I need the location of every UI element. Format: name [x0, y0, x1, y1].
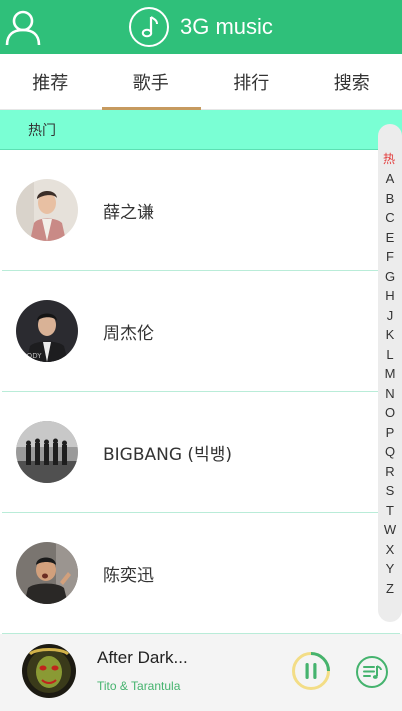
index-letter[interactable]: C	[385, 208, 394, 228]
artist-name: 薛之谦	[103, 202, 154, 223]
album-cover[interactable]	[22, 644, 76, 698]
index-letter[interactable]: E	[386, 228, 395, 248]
list-item[interactable]: 陈奕迅	[2, 513, 400, 634]
playlist-icon[interactable]	[355, 655, 389, 689]
index-letter[interactable]: Q	[385, 442, 395, 462]
pause-icon[interactable]	[291, 651, 331, 691]
alphabet-index-bar[interactable]: 热 A B C E F G H J K L M N O P Q R S T W …	[378, 124, 402, 622]
avatar: BODY	[16, 300, 78, 362]
index-letter[interactable]: N	[385, 384, 394, 404]
svg-text:BODY: BODY	[22, 352, 42, 360]
index-letter[interactable]: H	[385, 286, 394, 306]
index-hot[interactable]: 热	[383, 150, 395, 167]
index-letter[interactable]: X	[386, 540, 395, 560]
tab-ranking[interactable]: 排行	[201, 54, 302, 110]
mini-player[interactable]: After Dark... Tito & Tarantula	[0, 634, 402, 711]
user-icon[interactable]	[4, 8, 42, 46]
index-letter[interactable]: S	[386, 481, 395, 501]
index-letter[interactable]: P	[386, 423, 395, 443]
index-letter[interactable]: Y	[386, 559, 395, 579]
tab-singers[interactable]: 歌手	[101, 54, 202, 110]
artist-name: 周杰伦	[103, 323, 154, 344]
tab-bar: 推荐 歌手 排行 搜索	[0, 54, 402, 110]
index-letter[interactable]: O	[385, 403, 395, 423]
avatar	[16, 421, 78, 483]
artist-name: 陈奕迅	[103, 565, 154, 586]
index-letter[interactable]: G	[385, 267, 395, 287]
music-note-icon	[128, 6, 170, 48]
index-letter[interactable]: B	[386, 189, 395, 209]
index-letter[interactable]: Z	[386, 579, 394, 599]
app-logo: 3G music	[128, 5, 273, 49]
list-item[interactable]: BODY 周杰伦	[2, 271, 400, 392]
list-item[interactable]: 薛之谦	[2, 150, 400, 271]
tab-recommend[interactable]: 推荐	[0, 54, 101, 110]
index-letter[interactable]: W	[384, 520, 396, 540]
avatar	[16, 542, 78, 604]
index-letter[interactable]: A	[386, 169, 395, 189]
app-title: 3G music	[180, 14, 273, 39]
index-letter[interactable]: L	[386, 345, 393, 365]
index-letter[interactable]: T	[386, 501, 394, 521]
index-letter[interactable]: F	[386, 247, 394, 267]
avatar	[16, 179, 78, 241]
index-letter[interactable]: R	[385, 462, 394, 482]
song-artist: Tito & Tarantula	[97, 679, 181, 693]
index-letter[interactable]: M	[385, 364, 396, 384]
artist-name: BIGBANG (빅뱅)	[103, 444, 232, 465]
song-title: After Dark...	[97, 648, 188, 667]
list-item[interactable]: BIGBANG (빅뱅)	[2, 392, 400, 513]
index-letter[interactable]: K	[386, 325, 395, 345]
artist-list: 薛之谦 BODY 周杰伦 BIGBANG (빅뱅) 陈奕迅	[2, 150, 400, 634]
index-letter[interactable]: J	[387, 306, 394, 326]
app-header: 3G music	[0, 0, 402, 54]
tab-search[interactable]: 搜索	[302, 54, 402, 110]
section-hot-header: 热门	[0, 110, 402, 150]
